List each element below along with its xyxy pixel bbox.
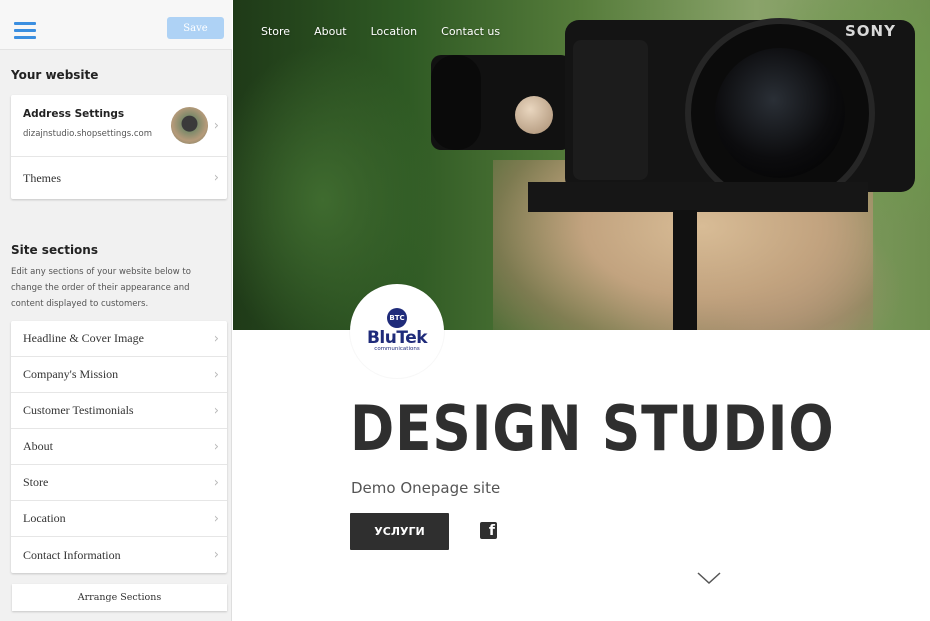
- chevron-right-icon: ›: [213, 118, 219, 134]
- section-item-label: Customer Testimonials: [23, 403, 134, 417]
- section-item-about[interactable]: About ›: [11, 429, 227, 465]
- website-settings-card: Address Settings dizajnstudio.shopsettin…: [11, 95, 227, 199]
- editor-topbar: Save: [0, 0, 232, 50]
- nav-link-store[interactable]: Store: [261, 25, 290, 38]
- nav-link-location[interactable]: Location: [371, 25, 418, 38]
- site-sections-description: Edit any sections of your website below …: [11, 267, 191, 309]
- editor-sidebar: Save Your website Address Settings dizaj…: [0, 0, 232, 621]
- arrange-sections-button[interactable]: Arrange Sections: [12, 584, 227, 611]
- section-item-store[interactable]: Store ›: [11, 465, 227, 501]
- save-button[interactable]: Save: [167, 17, 224, 39]
- section-item-label: Contact Information: [23, 547, 121, 562]
- logo-name: BluTek: [366, 328, 428, 348]
- camera-grip: [573, 40, 648, 180]
- nav-link-contact[interactable]: Contact us: [441, 25, 500, 38]
- themes-label: Themes: [23, 170, 61, 185]
- chevron-right-icon: ›: [213, 547, 219, 563]
- themes-item[interactable]: Themes ›: [11, 157, 227, 199]
- section-item-label: Headline & Cover Image: [23, 331, 144, 345]
- camera-knob: [515, 96, 553, 134]
- chevron-right-icon: ›: [213, 475, 219, 490]
- chevron-down-icon[interactable]: [696, 570, 722, 586]
- address-settings-item[interactable]: Address Settings dizajnstudio.shopsettin…: [11, 95, 227, 157]
- logo-tagline: communications: [374, 346, 420, 352]
- page-headline: DESIGN STUDIO: [350, 392, 835, 465]
- chevron-right-icon: ›: [213, 331, 219, 346]
- site-preview: SONY Store About Location Contact us BTC…: [233, 0, 930, 621]
- section-item-contact[interactable]: Contact Information ›: [11, 537, 227, 573]
- facebook-icon[interactable]: f: [480, 522, 497, 539]
- camera-lens-glass: [715, 48, 845, 178]
- section-item-testimonials[interactable]: Customer Testimonials ›: [11, 393, 227, 429]
- chevron-right-icon: ›: [213, 511, 219, 526]
- section-item-label: Company's Mission: [23, 367, 119, 381]
- chevron-right-icon: ›: [213, 170, 219, 186]
- camera-rig: [528, 182, 868, 212]
- your-website-title: Your website: [11, 68, 99, 82]
- site-nav: Store About Location Contact us: [261, 25, 524, 38]
- camera-brand-label: SONY: [845, 22, 896, 40]
- logo-mark: BTC: [387, 308, 407, 328]
- section-item-label: Location: [23, 511, 66, 525]
- nav-link-about[interactable]: About: [314, 25, 347, 38]
- hamburger-icon[interactable]: [14, 22, 36, 40]
- site-sections-title: Site sections: [11, 243, 98, 257]
- chevron-right-icon: ›: [213, 439, 219, 454]
- camera-ring: [431, 55, 481, 150]
- section-item-label: About: [23, 439, 53, 453]
- services-button[interactable]: УСЛУГИ: [350, 513, 449, 550]
- site-sections-list: Headline & Cover Image › Company's Missi…: [11, 321, 227, 573]
- section-item-mission[interactable]: Company's Mission ›: [11, 357, 227, 393]
- chevron-right-icon: ›: [213, 367, 219, 382]
- camera-stand: [673, 210, 697, 330]
- chevron-right-icon: ›: [213, 403, 219, 418]
- section-item-location[interactable]: Location ›: [11, 501, 227, 537]
- page-subheadline: Demo Onepage site: [351, 479, 501, 497]
- site-avatar: [171, 107, 208, 144]
- section-item-label: Store: [23, 475, 49, 489]
- section-item-headline[interactable]: Headline & Cover Image ›: [11, 321, 227, 357]
- cover-image: SONY Store About Location Contact us: [233, 0, 930, 330]
